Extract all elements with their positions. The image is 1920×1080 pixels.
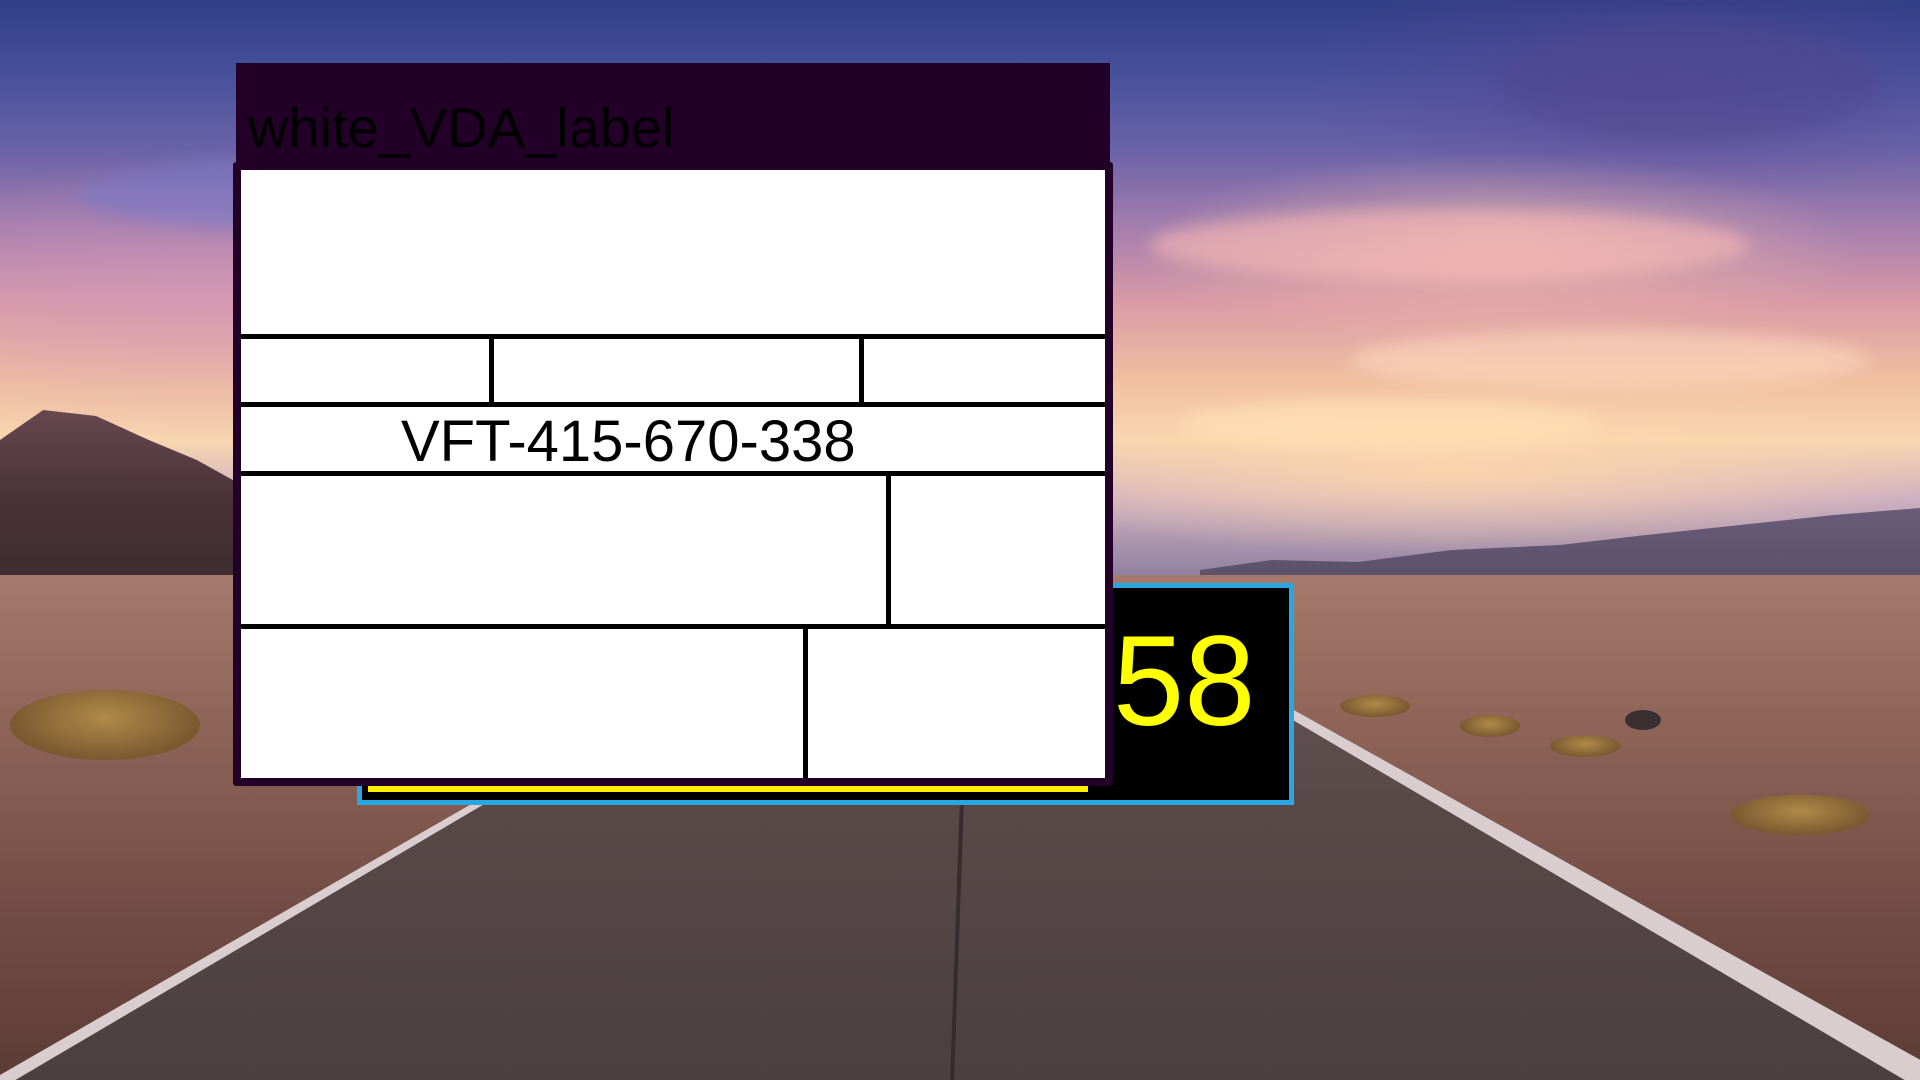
label-divider [489,334,494,406]
label-divider [803,624,808,778]
serial-number: VFT-415-670-338 [401,409,856,474]
bush [1460,715,1520,737]
cloud [1500,20,1880,140]
screen: 58 white_VDA_label VFT-415-670-338 [0,0,1920,1080]
label-divider [241,334,1105,339]
rock [1625,710,1661,730]
bush [10,690,200,760]
label-divider [241,402,1105,407]
cloud [1180,400,1600,450]
bush [1550,735,1620,757]
label-title: white_VDA_label [248,96,675,159]
cloud [1150,210,1750,280]
label-divider [241,471,1105,476]
bush [1730,795,1870,835]
label-divider [241,624,1105,629]
cloud [1350,330,1870,390]
score-value: 58 [1113,610,1256,753]
bush [1340,695,1410,717]
label-divider [886,471,891,626]
label-divider [859,334,864,406]
